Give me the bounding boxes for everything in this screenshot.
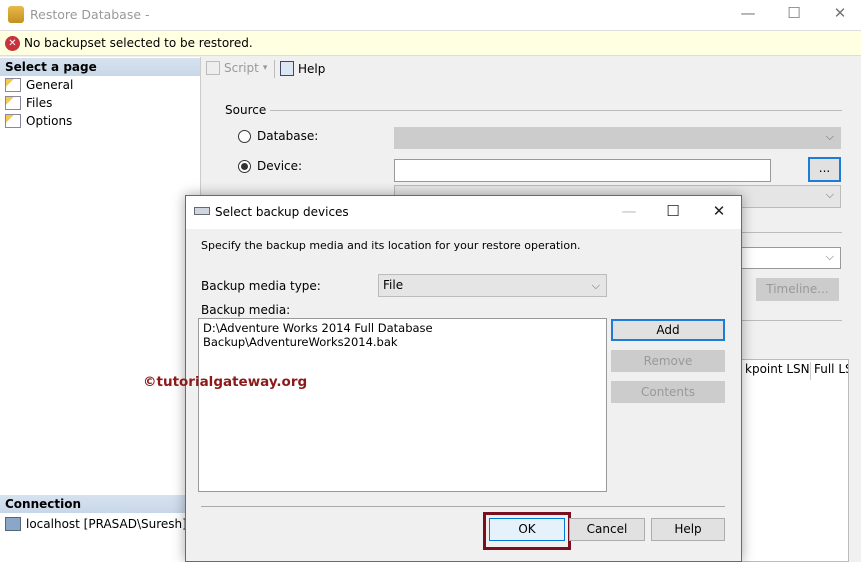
title-bar: Restore Database - — ☐ ✕ [0,0,861,30]
database-combo[interactable]: ⌵ [394,127,841,149]
source-label: Source [225,103,267,117]
media-type-select[interactable]: File ⌵ [378,274,607,297]
server-icon [5,517,21,531]
browse-button[interactable]: ... [808,157,841,182]
select-page-header: Select a page [0,58,200,76]
dialog-close-button[interactable]: ✕ [704,202,734,224]
script-label: Script [224,61,259,75]
page-icon [5,78,21,92]
restore-db-icon [8,6,24,23]
chevron-down-icon: ⌵ [825,188,834,201]
chevron-down-icon: ⌵ [825,250,834,263]
close-button[interactable]: ✕ [825,4,855,26]
dialog-divider [201,506,725,507]
database-radio[interactable] [238,130,251,143]
nav-options[interactable]: Options [5,112,72,130]
script-icon [206,61,220,75]
help-label: Help [298,61,326,76]
watermark: ©tutorialgateway.org [143,374,308,390]
message-bar: ✕ No backupset selected to be restored. [0,30,861,56]
add-button[interactable]: Add [611,319,725,341]
left-panel: Select a page General Files Options Conn… [0,57,201,562]
window-title: Restore Database - [30,7,150,22]
toolbar-divider [274,60,275,78]
grid-header[interactable]: kpoint LSN [745,362,811,380]
backup-media-label: Backup media: [201,303,291,317]
nav-label: General [26,78,74,92]
message-text: No backupset selected to be restored. [24,36,253,50]
connection-header: Connection [0,495,200,513]
backup-media-list[interactable]: D:\Adventure Works 2014 Full Database Ba… [198,318,607,492]
connection-item[interactable]: localhost [PRASAD\Suresh] [5,515,187,533]
minimize-button[interactable]: — [733,4,763,26]
remove-button[interactable]: Remove [611,350,725,372]
divider [742,232,842,233]
timeline-button[interactable]: Timeline... [756,278,839,301]
media-type-label: Backup media type: [201,279,321,293]
ok-button[interactable]: OK [489,518,565,541]
chevron-down-icon: ▾ [262,63,268,73]
divider [742,320,842,321]
chevron-down-icon: ⌵ [591,279,600,292]
page-icon [5,96,21,110]
database-label: Database: [257,129,319,143]
script-button[interactable]: Script ▾ [206,61,267,75]
maximize-button[interactable]: ☐ [779,4,809,26]
source-divider [270,110,842,111]
cancel-button[interactable]: Cancel [569,518,645,541]
nav-label: Files [26,96,53,110]
help-button[interactable]: Help [280,61,325,76]
contents-button[interactable]: Contents [611,381,725,403]
nav-general[interactable]: General [5,76,73,94]
chevron-down-icon: ⌵ [825,130,834,143]
media-type-value: File [383,278,404,292]
error-icon: ✕ [5,36,20,51]
tape-drive-icon [194,207,210,215]
dialog-title: Select backup devices [215,205,349,219]
nav-files[interactable]: Files [5,94,52,112]
help-icon [280,61,294,76]
dialog-instructions: Specify the backup media and its locatio… [201,239,581,252]
dialog-maximize-button[interactable]: ☐ [658,202,688,224]
device-input[interactable] [394,159,771,182]
dialog-help-button[interactable]: Help [651,518,725,541]
nav-label: Options [26,114,73,128]
page-icon [5,114,21,128]
device-radio[interactable] [238,160,251,173]
device-label: Device: [257,159,303,173]
dialog-title-bar: Select backup devices — ☐ ✕ [186,196,741,229]
list-item[interactable]: D:\Adventure Works 2014 Full Database Ba… [199,319,606,351]
grid-header[interactable]: Full LS [814,362,848,380]
dialog-minimize-button[interactable]: — [614,202,644,224]
connection-label: localhost [PRASAD\Suresh] [26,517,187,531]
